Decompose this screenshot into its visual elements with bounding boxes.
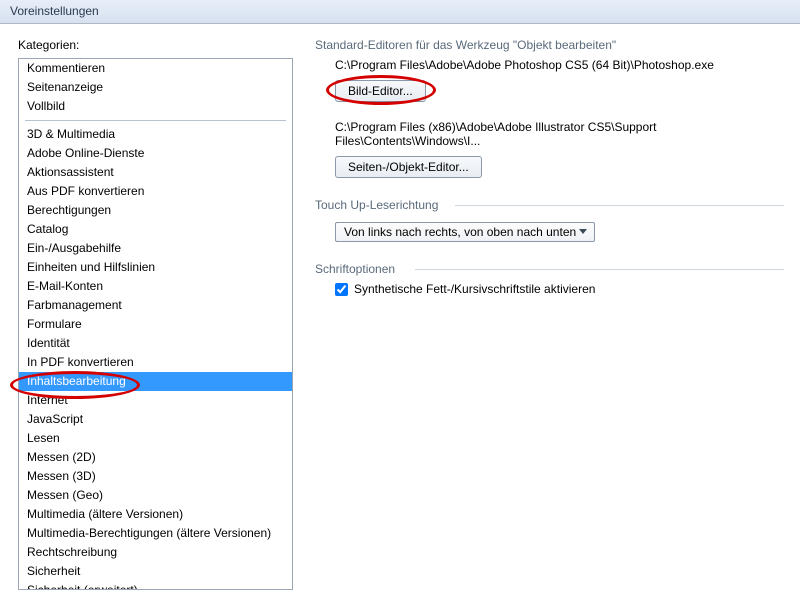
categories-list[interactable]: KommentierenSeitenanzeigeVollbild 3D & Mu… (18, 58, 293, 590)
category-divider (25, 120, 286, 121)
category-item[interactable]: Identität (19, 334, 292, 353)
category-item[interactable]: Einheiten und Hilfslinien (19, 258, 292, 277)
window-titlebar: Voreinstellungen (0, 0, 800, 24)
category-item[interactable]: Internet (19, 391, 292, 410)
category-item[interactable]: Seitenanzeige (19, 78, 292, 97)
chevron-down-icon (576, 229, 590, 235)
page-editor-path: C:\Program Files (x86)\Adobe\Adobe Illus… (335, 120, 780, 148)
category-item[interactable]: Farbmanagement (19, 296, 292, 315)
synthetic-fonts-row[interactable]: Synthetische Fett-/Kursivschriftstile ak… (335, 282, 780, 296)
category-item[interactable]: Lesen (19, 429, 292, 448)
category-item[interactable]: Berechtigungen (19, 201, 292, 220)
category-item[interactable]: Formulare (19, 315, 292, 334)
editors-heading: Standard-Editoren für das Werkzeug "Obje… (315, 38, 780, 52)
synthetic-fonts-label: Synthetische Fett-/Kursivschriftstile ak… (354, 282, 595, 296)
touchup-heading: Touch Up-Leserichtung (315, 198, 780, 212)
touchup-direction-value: Von links nach rechts, von oben nach unt… (344, 225, 576, 239)
touchup-direction-select[interactable]: Von links nach rechts, von oben nach unt… (335, 222, 595, 242)
category-item[interactable]: Messen (Geo) (19, 486, 292, 505)
category-item[interactable]: E-Mail-Konten (19, 277, 292, 296)
categories-label: Kategorien: (18, 38, 293, 52)
categories-pane: Kategorien: KommentierenSeitenanzeigeVol… (18, 38, 293, 590)
category-item[interactable]: Sicherheit (erweitert) (19, 581, 292, 590)
category-item[interactable]: Adobe Online-Dienste (19, 144, 292, 163)
category-item[interactable]: Vollbild (19, 97, 292, 116)
category-item[interactable]: 3D & Multimedia (19, 125, 292, 144)
category-item[interactable]: Aktionsassistent (19, 163, 292, 182)
settings-pane: Standard-Editoren für das Werkzeug "Obje… (293, 38, 790, 590)
window-title: Voreinstellungen (10, 4, 99, 18)
category-item[interactable]: Multimedia-Berechtigungen (ältere Versio… (19, 524, 292, 543)
category-item[interactable]: Catalog (19, 220, 292, 239)
category-item[interactable]: JavaScript (19, 410, 292, 429)
fonts-heading: Schriftoptionen (315, 262, 780, 276)
image-editor-button[interactable]: Bild-Editor... (335, 80, 426, 102)
image-editor-path: C:\Program Files\Adobe\Adobe Photoshop C… (335, 58, 780, 72)
category-item[interactable]: Aus PDF konvertieren (19, 182, 292, 201)
category-item[interactable]: Sicherheit (19, 562, 292, 581)
dialog-body: Kategorien: KommentierenSeitenanzeigeVol… (0, 24, 800, 600)
category-item[interactable]: Rechtschreibung (19, 543, 292, 562)
page-editor-button-label: Seiten-/Objekt-Editor... (348, 160, 469, 174)
category-item[interactable]: Messen (2D) (19, 448, 292, 467)
category-item[interactable]: Inhaltsbearbeitung (19, 372, 292, 391)
category-item[interactable]: Ein-/Ausgabehilfe (19, 239, 292, 258)
category-item[interactable]: Kommentieren (19, 59, 292, 78)
synthetic-fonts-checkbox[interactable] (335, 283, 348, 296)
category-item[interactable]: Multimedia (ältere Versionen) (19, 505, 292, 524)
category-item[interactable]: Messen (3D) (19, 467, 292, 486)
category-item[interactable]: In PDF konvertieren (19, 353, 292, 372)
image-editor-button-label: Bild-Editor... (348, 84, 413, 98)
page-editor-button[interactable]: Seiten-/Objekt-Editor... (335, 156, 482, 178)
